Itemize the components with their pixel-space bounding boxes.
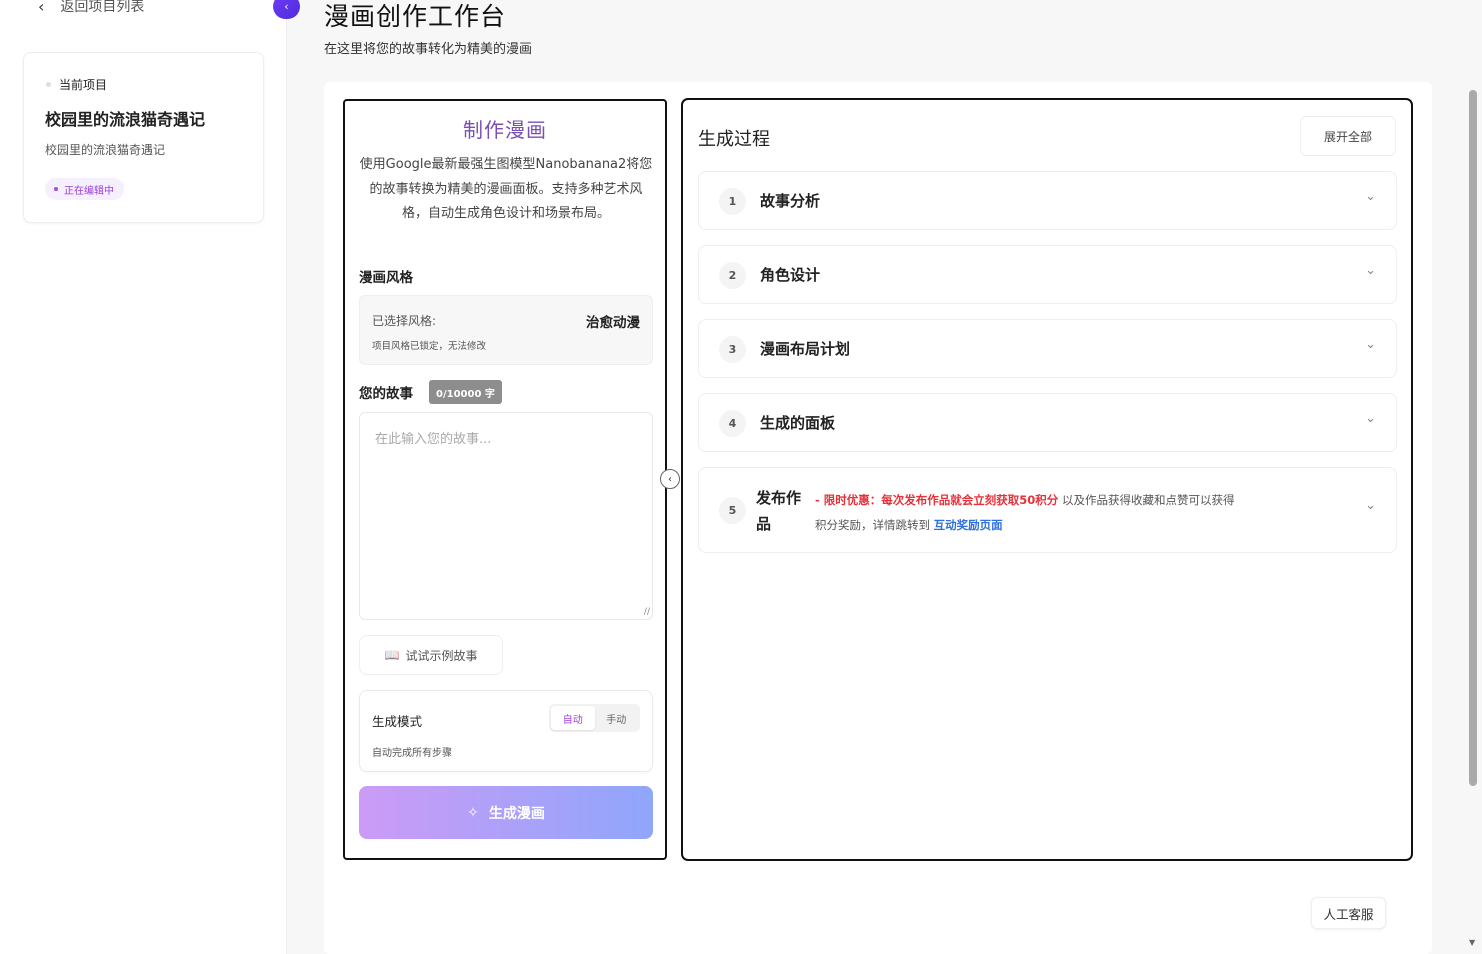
chevron-left-icon: ‹ (668, 473, 672, 485)
mode-hint: 自动完成所有步骤 (372, 748, 452, 759)
publish-promo-text: - 限时优惠：每次发布作品就会立刻获取50积分 以及作品获得收藏和点赞可以获得积… (815, 488, 1235, 538)
chevron-down-icon: ⌄ (1365, 189, 1376, 204)
chevron-down-icon: ⌄ (1365, 411, 1376, 426)
selected-style-value: 治愈动漫 (586, 315, 640, 331)
process-title: 生成过程 (698, 129, 770, 150)
step-number: 2 (719, 262, 746, 289)
style-selection-box: 已选择风格: 治愈动漫 项目风格已锁定，无法修改 (359, 295, 653, 365)
book-icon: 📖 (384, 648, 400, 662)
mode-auto-option[interactable]: 自动 (551, 706, 595, 730)
step-number: 4 (719, 410, 746, 437)
chevron-down-icon: ⌄ (1365, 337, 1376, 352)
step-name: 故事分析 (760, 192, 821, 210)
mode-label: 生成模式 (372, 714, 423, 729)
page-title: 漫画创作工作台 (324, 2, 507, 31)
current-project-label: 当前项目 (59, 78, 108, 92)
panel-title: 制作漫画 (463, 118, 547, 142)
chevron-down-icon: ⌄ (1365, 498, 1376, 513)
step-number: 1 (719, 188, 746, 215)
interaction-rewards-link[interactable]: 互动奖励页面 (934, 518, 1003, 532)
status-badge: 正在编辑中 (45, 178, 124, 200)
step-story-analysis[interactable]: 1 故事分析 ⌄ (698, 171, 1397, 230)
step-name: 漫画布局计划 (760, 340, 851, 358)
project-title: 校园里的流浪猫奇遇记 (45, 110, 206, 129)
story-placeholder: 在此输入您的故事... (375, 432, 492, 447)
expand-all-button[interactable]: 展开全部 (1300, 116, 1396, 156)
story-textarea[interactable]: 在此输入您的故事... ∕∕ (359, 412, 653, 620)
page-scrollbar[interactable] (1469, 90, 1477, 786)
style-locked-note: 项目风格已锁定，无法修改 (372, 341, 487, 352)
generate-comic-button[interactable]: ✧ 生成漫画 (359, 786, 653, 839)
step-publish[interactable]: 5 发布作品 - 限时优惠：每次发布作品就会立刻获取50积分 以及作品获得收藏和… (698, 467, 1397, 553)
story-section-title: 您的故事 (359, 386, 413, 402)
mode-manual-option[interactable]: 手动 (595, 706, 639, 730)
page-subtitle: 在这里将您的故事转化为精美的漫画 (324, 42, 533, 57)
sparkle-icon: ✧ (467, 804, 479, 821)
example-story-label: 试试示例故事 (405, 648, 478, 663)
step-generated-panels[interactable]: 4 生成的面板 ⌄ (698, 393, 1397, 452)
generation-mode-box: 生成模式 自动 手动 自动完成所有步骤 (359, 690, 653, 772)
step-layout-plan[interactable]: 3 漫画布局计划 ⌄ (698, 319, 1397, 378)
char-count-badge: 0/10000 字 (429, 380, 502, 404)
style-section-title: 漫画风格 (359, 270, 413, 286)
collapse-sidebar-button[interactable]: ‹ (273, 0, 300, 19)
step-character-design[interactable]: 2 角色设计 ⌄ (698, 245, 1397, 304)
promo-highlight: 限时优惠：每次发布作品就会立刻获取50积分 (823, 493, 1059, 507)
step-number: 5 (719, 497, 746, 524)
step-name: 生成的面板 (760, 414, 836, 432)
step-name: 角色设计 (760, 266, 821, 284)
panel-description: 使用Google最新最强生图模型Nanobanana2将您的故事转换为精美的漫画… (359, 157, 653, 221)
project-subtitle: 校园里的流浪猫奇遇记 (45, 143, 166, 157)
panel-resize-handle[interactable]: ‹ (660, 469, 680, 489)
example-story-button[interactable]: 📖 试试示例故事 (359, 635, 503, 675)
generate-label: 生成漫画 (488, 805, 545, 822)
status-dot-icon (54, 187, 58, 191)
customer-support-button[interactable]: 人工客服 (1311, 897, 1386, 929)
back-to-projects-link[interactable]: ‹ 返回项目列表 (38, 0, 144, 16)
step-name: 发布作品 (756, 489, 802, 533)
current-project-card: 当前项目 校园里的流浪猫奇遇记 校园里的流浪猫奇遇记 正在编辑中 (23, 52, 264, 223)
sidebar: ‹ 返回项目列表 当前项目 校园里的流浪猫奇遇记 校园里的流浪猫奇遇记 正在编辑… (0, 0, 287, 954)
resize-handle-icon[interactable]: ∕∕ (644, 607, 650, 617)
chevron-left-icon: ‹ (38, 0, 45, 16)
scroll-down-arrow-icon[interactable]: ▼ (1469, 938, 1475, 947)
create-comic-panel: 制作漫画 使用Google最新最强生图模型Nanobanana2将您的故事转换为… (343, 99, 667, 860)
mode-toggle: 自动 手动 (549, 704, 640, 732)
dot-icon (46, 82, 51, 87)
back-label: 返回项目列表 (60, 0, 145, 15)
selected-style-label: 已选择风格: (372, 314, 437, 328)
generation-process-panel: 生成过程 展开全部 1 故事分析 ⌄ 2 角色设计 ⌄ 3 漫画布局计划 ⌄ 4… (681, 98, 1413, 861)
current-project-header: 当前项目 (46, 76, 107, 93)
chevron-down-icon: ⌄ (1365, 263, 1376, 278)
promo-prefix: - (815, 493, 824, 507)
chevron-left-icon: ‹ (284, 0, 289, 13)
status-badge-label: 正在编辑中 (64, 185, 114, 197)
step-number: 3 (719, 336, 746, 363)
